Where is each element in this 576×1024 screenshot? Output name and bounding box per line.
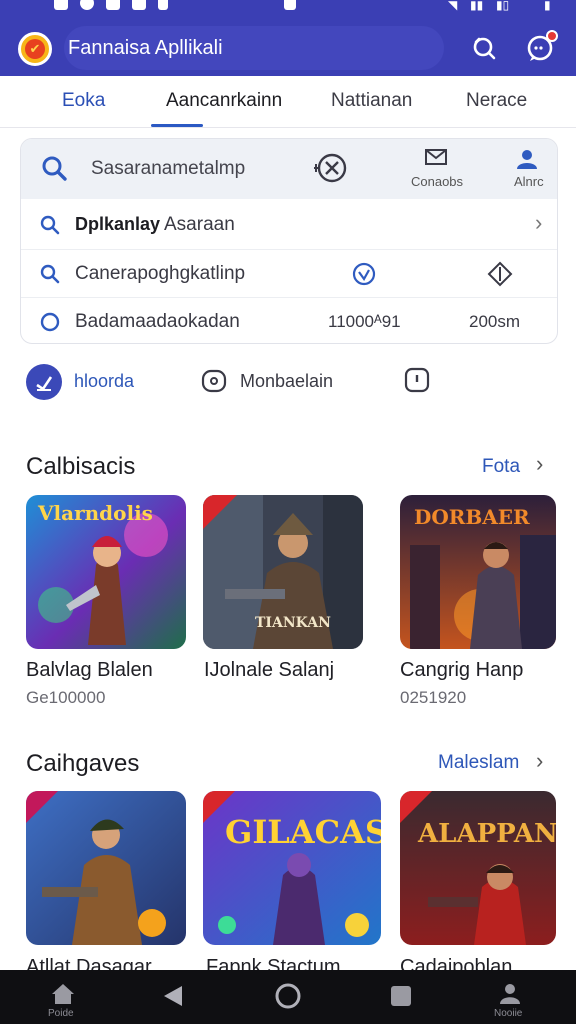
search-icon xyxy=(39,263,61,290)
notification-icon xyxy=(106,0,120,10)
game-name[interactable]: IJolnale Salanj xyxy=(204,659,334,682)
search-icon xyxy=(39,153,71,190)
search-bar[interactable]: Sasaranametalmp Conaobs Alnrc xyxy=(21,139,557,199)
suggestion-value: 11000ᴬ91 xyxy=(328,312,401,331)
game-name[interactable]: Balvlag Blalen xyxy=(26,659,153,682)
section-see-all-link[interactable]: Fota xyxy=(482,456,520,478)
tab-nattianan[interactable]: Nattianan xyxy=(331,90,412,112)
bottom-navigation-bar: Poide Nooiie xyxy=(0,970,576,1024)
suggestion-text: Badamaadaokadan xyxy=(75,311,240,332)
tab-nerace[interactable]: Neracе xyxy=(466,90,527,112)
account-icon[interactable] xyxy=(515,147,539,176)
app-logo-icon: ✔ xyxy=(18,32,52,66)
notification-badge xyxy=(546,30,558,42)
game-art-title: DORBAER xyxy=(414,505,530,529)
suggestion-row[interactable]: Dplkanlay Asaraan › xyxy=(21,201,557,249)
battery-icon: ▮ xyxy=(544,0,551,12)
game-art-title: GILACAS xyxy=(225,813,381,851)
search-card: Sasaranametalmp Conaobs Alnrc Dplkanlay … xyxy=(20,138,558,344)
chevron-right-icon[interactable]: › xyxy=(536,451,543,477)
battery-icon: ▮▯ xyxy=(496,0,510,12)
notification-icon xyxy=(132,0,146,10)
suggestion-row[interactable]: Canerapoghgkatlinp xyxy=(21,249,557,297)
game-meta: Ge100000 xyxy=(26,688,106,707)
sort-filter-icon[interactable] xyxy=(26,364,62,405)
signal-icon: ▮▮ xyxy=(470,0,484,12)
contacts-label: Conaobs xyxy=(411,174,464,189)
status-bar: ◥ ▮▮ ▮▯ ▮ xyxy=(0,0,576,14)
suggestion-row[interactable]: Badamaadaokadan 11000ᴬ91 200sm xyxy=(21,297,557,343)
tab-bar: Eoka Aancanrkainn Nattianan Neracе xyxy=(0,76,576,128)
game-art-title: TIANKAN xyxy=(255,615,331,631)
game-art-title: Vlarndolis xyxy=(38,501,153,525)
notification-icon xyxy=(80,0,94,10)
app-title: Fannaisa Apllikali xyxy=(64,26,444,70)
game-tile[interactable]: Vlarndolis xyxy=(26,495,186,649)
message-icon[interactable] xyxy=(200,368,228,401)
back-icon[interactable] xyxy=(162,984,184,1013)
game-tile[interactable]: ALAPPAN xyxy=(400,791,556,945)
wifi-icon: ◥ xyxy=(448,0,458,12)
section-title: Caihgaves xyxy=(26,750,140,777)
suggestion-value: 200sm xyxy=(469,312,521,331)
game-tile[interactable]: TIANKAN xyxy=(203,495,363,649)
game-tile[interactable]: DORBAER xyxy=(400,495,556,649)
home-icon[interactable] xyxy=(50,982,76,1011)
suggestion-strong: Dplkanlay xyxy=(75,214,161,234)
contacts-icon[interactable] xyxy=(423,147,449,174)
game-meta: 0251920 xyxy=(400,688,467,707)
chat-notification-icon[interactable] xyxy=(524,30,558,64)
home-label: Poide xyxy=(48,1008,74,1019)
profile-icon[interactable] xyxy=(498,982,522,1011)
notification-icon xyxy=(54,0,68,10)
scan-icon[interactable] xyxy=(311,149,351,194)
recent-apps-icon[interactable] xyxy=(390,985,412,1012)
chevron-right-icon: › xyxy=(535,210,543,235)
chevron-right-icon[interactable]: › xyxy=(536,748,543,774)
section-see-all-link[interactable]: Maleslam xyxy=(438,752,519,774)
notification-icon xyxy=(158,0,168,10)
refresh-search-icon[interactable] xyxy=(468,32,500,64)
game-tile[interactable]: GILACAS xyxy=(203,791,381,945)
search-icon xyxy=(39,214,61,241)
profile-label: Nooiie xyxy=(494,1008,523,1019)
chip-hloorda[interactable]: hloorda xyxy=(74,371,134,392)
home-button-icon[interactable] xyxy=(274,982,302,1015)
circle-icon xyxy=(39,311,61,338)
suggestion-text: Canerapoghgkatlinp xyxy=(75,263,246,284)
top-app-bar: ◥ ▮▮ ▮▯ ▮ ✔ Fannaisa Apllikali xyxy=(0,0,576,76)
notification-icon xyxy=(284,0,296,10)
app-bar: ✔ Fannaisa Apllikali xyxy=(0,24,576,72)
game-art-title: ALAPPAN xyxy=(418,819,556,849)
game-tile[interactable] xyxy=(26,791,186,945)
info-icon[interactable] xyxy=(404,367,430,398)
section-title: Calbisacis xyxy=(26,453,136,480)
search-input[interactable]: Sasaranametalmp xyxy=(91,158,245,180)
diamond-icon[interactable] xyxy=(487,261,513,292)
chip-monbaelain[interactable]: Monbaelain xyxy=(240,371,333,392)
tab-aancanrkainn[interactable]: Aancanrkainn xyxy=(166,90,282,112)
verified-icon[interactable] xyxy=(351,261,377,292)
account-label: Alnrc xyxy=(514,174,544,189)
suggestion-text: Asaraan xyxy=(164,214,235,235)
tab-eoka[interactable]: Eoka xyxy=(62,90,105,112)
game-name[interactable]: Cangrig Hanp xyxy=(400,659,523,682)
active-tab-indicator xyxy=(151,124,203,127)
